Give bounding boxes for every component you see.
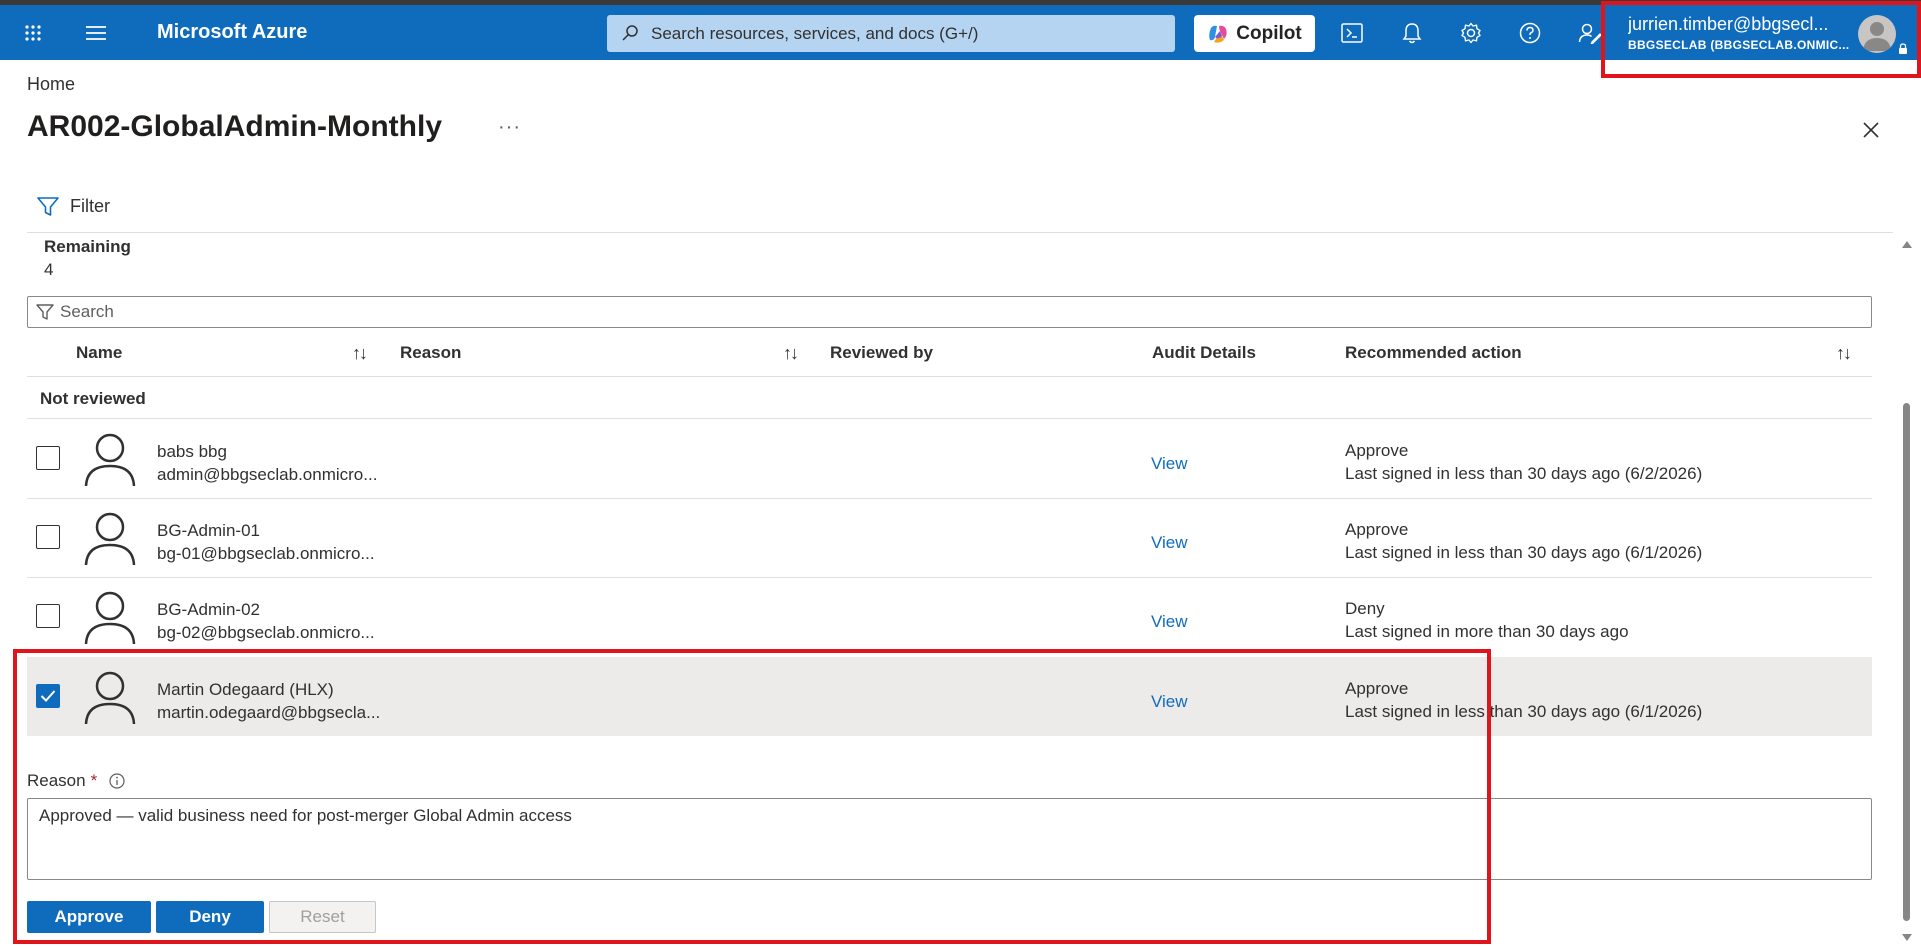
recommended-action-detail: Last signed in more than 30 days ago [1345,622,1629,641]
row-user-name: BG-Admin-01 [157,521,260,540]
recommended-action: Approve [1345,441,1409,460]
row-checkbox[interactable] [36,604,60,628]
copilot-icon [1209,25,1227,43]
deny-button[interactable]: Deny [156,901,264,933]
reset-button[interactable]: Reset [269,901,376,933]
bell-icon [1402,22,1422,43]
filter-search-icon [36,304,54,320]
table-row[interactable]: BG-Admin-02 bg-02@bbgseclab.onmicro... V… [27,577,1872,656]
app-launcher-button[interactable] [4,5,62,60]
lock-icon [1899,43,1907,54]
remaining-label: Remaining [44,237,131,256]
row-user-email: bg-01@bbgseclab.onmicro... [157,544,375,563]
sort-recommended-action-icon[interactable]: ↑↓ [1836,343,1852,364]
row-checkbox[interactable] [36,525,60,549]
account-name: jurrien.timber@bbgsecl... [1628,14,1829,34]
vertical-scrollbar[interactable] [1900,233,1912,946]
copilot-label: Copilot [1236,22,1302,44]
group-not-reviewed: Not reviewed [40,389,146,408]
help-icon [1519,22,1541,43]
search-icon [622,25,638,41]
person-icon [84,591,136,645]
person-icon [84,512,136,566]
sort-name-icon[interactable]: ↑↓ [352,343,368,364]
cloud-shell-button[interactable] [1323,5,1381,60]
portal-menu-button[interactable] [67,5,125,60]
row-user-name: babs bbg [157,442,227,461]
close-icon[interactable] [1857,116,1885,144]
column-header-reason[interactable]: Reason [400,343,461,363]
reason-label-text: Reason [27,771,86,790]
account-menu[interactable]: jurrien.timber@bbgsecl... BBGSECLAB (BBG… [1628,5,1849,60]
scroll-up-arrow-icon[interactable] [1902,241,1912,248]
recommended-action: Approve [1345,520,1409,539]
table-search-placeholder: Search [60,302,114,321]
feedback-button[interactable] [1561,5,1619,60]
breadcrumb-home[interactable]: Home [27,74,75,95]
sort-reason-icon[interactable]: ↑↓ [783,343,799,364]
notifications-button[interactable] [1383,5,1441,60]
column-header-name[interactable]: Name [76,343,122,363]
person-icon [84,671,136,725]
scroll-down-arrow-icon[interactable] [1902,934,1912,941]
avatar-person-icon [1863,22,1891,51]
row-user-email: admin@bbgseclab.onmicro... [157,465,378,484]
reason-textarea[interactable]: Approved — valid business need for post-… [27,798,1872,880]
recommended-action-detail: Last signed in less than 30 days ago (6/… [1345,543,1703,562]
row-user-email: martin.odegaard@bbgsecla... [157,703,381,722]
row-user-name: Martin Odegaard (HLX) [157,680,334,699]
column-header-audit-details[interactable]: Audit Details [1152,343,1256,363]
audit-view-link[interactable]: View [1151,692,1188,712]
recommended-action: Deny [1345,599,1385,618]
remaining-count: 4 [44,260,54,279]
column-header-reviewed-by[interactable]: Reviewed by [830,343,933,363]
user-avatar[interactable] [1858,15,1896,53]
checkmark-icon [40,690,56,702]
info-icon[interactable] [109,773,125,789]
person-icon [84,433,136,487]
required-marker: * [90,771,98,790]
audit-view-link[interactable]: View [1151,533,1188,553]
help-button[interactable] [1501,5,1559,60]
recommended-action-detail: Last signed in less than 30 days ago (6/… [1345,702,1703,721]
feedback-icon [1578,23,1602,44]
filter-button[interactable]: Filter [37,196,110,217]
hamburger-icon [86,25,106,40]
header-divider [27,376,1872,377]
row-checkbox-checked[interactable] [36,684,60,708]
filter-icon [37,196,59,216]
recommended-action: Approve [1345,679,1409,698]
row-checkbox[interactable] [36,446,60,470]
recommended-action-detail: Last signed in less than 30 days ago (6/… [1345,464,1703,483]
brand-title[interactable]: Microsoft Azure [157,5,307,60]
gear-icon [1461,22,1481,43]
table-row[interactable]: BG-Admin-01 bg-01@bbgseclab.onmicro... V… [27,498,1872,577]
waffle-icon [25,24,41,41]
global-search-input[interactable]: Search resources, services, and docs (G+… [607,15,1175,52]
approve-button[interactable]: Approve [27,901,151,933]
column-header-recommended-action[interactable]: Recommended action [1345,343,1522,363]
toolbar-divider [27,232,1893,233]
table-row[interactable]: babs bbg admin@bbgseclab.onmicro... View… [27,419,1872,498]
scroll-thumb[interactable] [1903,403,1910,921]
row-user-email: bg-02@bbgseclab.onmicro... [157,623,375,642]
more-options-button[interactable]: ··· [498,116,521,139]
portal-header: Microsoft Azure Search resources, servic… [0,5,1921,60]
account-tenant: BBGSECLAB (BBGSECLAB.ONMIC... [1628,38,1850,52]
row-user-name: BG-Admin-02 [157,600,260,619]
cloud-shell-icon [1341,22,1363,43]
filter-label: Filter [70,196,110,216]
audit-view-link[interactable]: View [1151,612,1188,632]
copilot-button[interactable]: Copilot [1194,15,1315,52]
page-title: AR002-GlobalAdmin-Monthly [27,110,443,143]
global-search-placeholder: Search resources, services, and docs (G+… [651,23,979,43]
audit-view-link[interactable]: View [1151,454,1188,474]
reason-field-label: Reason * [27,771,125,791]
table-row-selected[interactable]: Martin Odegaard (HLX) martin.odegaard@bb… [27,657,1872,736]
table-search-input[interactable]: Search [27,296,1872,328]
settings-button[interactable] [1442,5,1500,60]
